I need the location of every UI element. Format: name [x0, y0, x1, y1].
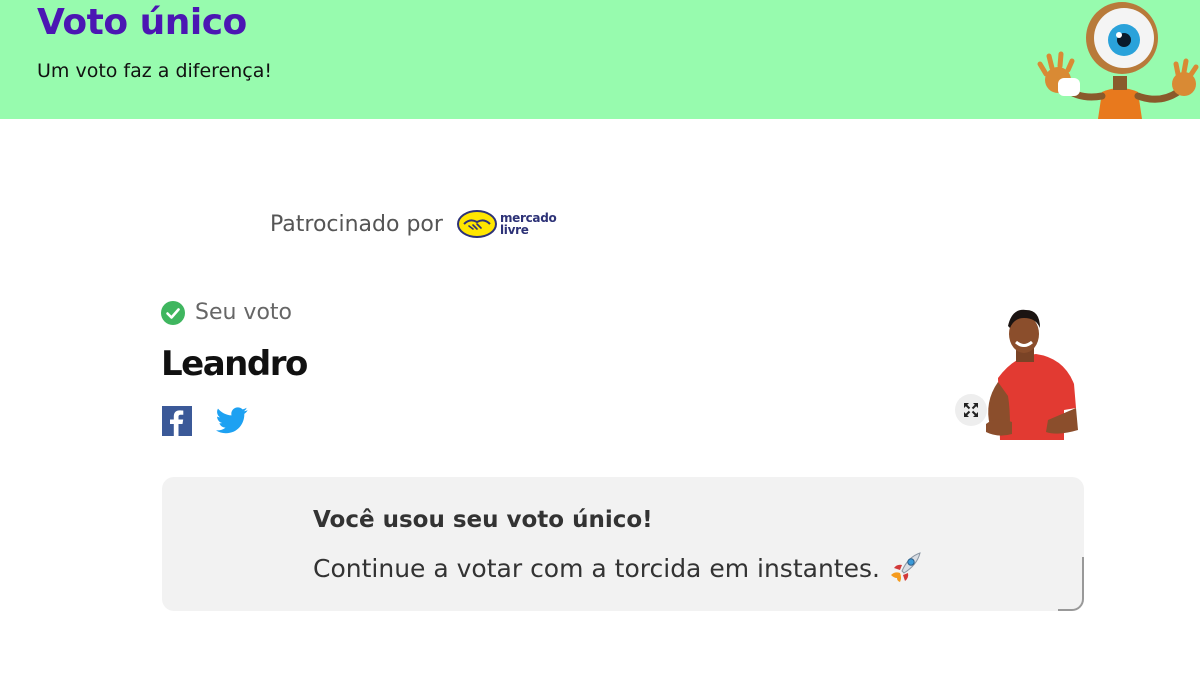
vote-status-label: Seu voto — [195, 300, 293, 325]
info-box: Você usou seu voto único! Continue a vot… — [162, 477, 1084, 611]
sponsor-label: Patrocinado por — [270, 211, 443, 237]
info-text-row: Continue a votar com a torcida em instan… — [313, 551, 922, 585]
mercado-livre-wordmark: mercado livre — [500, 212, 557, 236]
corner-mark — [1058, 557, 1084, 611]
share-buttons — [162, 406, 248, 436]
facebook-icon[interactable] — [162, 406, 192, 436]
rocket-icon — [890, 552, 921, 582]
expand-photo-button[interactable] — [955, 394, 987, 426]
twitter-icon[interactable] — [216, 407, 248, 435]
candidate-name: Leandro — [161, 344, 308, 384]
expand-icon — [964, 403, 978, 417]
page-subtitle: Um voto faz a diferença! — [37, 60, 273, 82]
sponsor-banner: Patrocinado por mercado livre — [270, 204, 557, 244]
check-circle-icon — [161, 300, 185, 325]
handshake-icon — [456, 210, 497, 238]
big-brother-eye-mascot-icon — [1037, 2, 1199, 119]
info-title: Você usou seu voto único! — [313, 507, 653, 533]
page-title: Voto único — [37, 2, 247, 43]
mercado-livre-logo[interactable]: mercado livre — [456, 209, 557, 239]
vote-status: Seu voto — [161, 300, 292, 325]
logo-line-2: livre — [499, 223, 529, 237]
candidate-photo — [986, 309, 1078, 440]
page-header: Voto único Um voto faz a diferença! — [0, 0, 1200, 119]
info-text: Continue a votar com a torcida em instan… — [313, 553, 880, 583]
